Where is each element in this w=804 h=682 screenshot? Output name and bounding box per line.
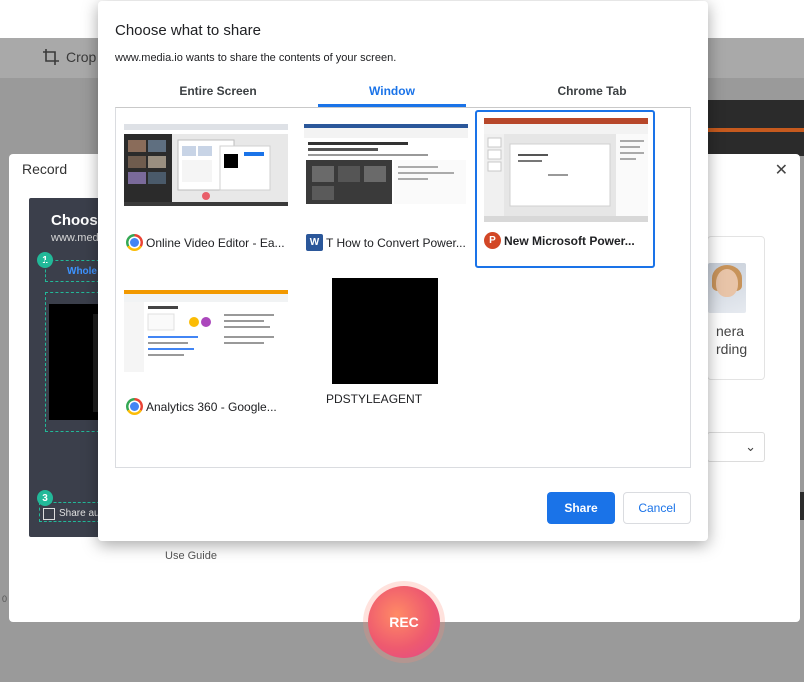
window-item-title: PDSTYLEAGENT [326, 392, 423, 406]
tab-entire-screen[interactable]: Entire Screen [122, 77, 314, 107]
tab-whole-screen[interactable]: Whole [67, 266, 97, 277]
crop-icon [43, 49, 59, 65]
window-list: Online Video Editor - Ea... W T How to C… [115, 107, 691, 468]
window-item-pdstyleagent[interactable]: PDSTYLEAGENT [298, 274, 478, 432]
crop-tool-button[interactable]: Crop [42, 48, 96, 66]
window-item-title: Online Video Editor - Ea... [146, 235, 285, 250]
close-icon[interactable]: ✕ [775, 160, 788, 180]
window-item-title: Analytics 360 - Google... [146, 399, 277, 414]
window-item-analytics-360[interactable]: Analytics 360 - Google... [118, 274, 298, 432]
window-item-label-row: PDSTYLEAGENT [326, 392, 494, 406]
share-source-tabs: Entire Screen Window Chrome Tab [115, 77, 691, 107]
share-button[interactable]: Share [547, 492, 615, 524]
crop-label: Crop [66, 49, 97, 65]
thumbnail-graphic [304, 124, 468, 204]
window-item-title: New Microsoft Power... [504, 233, 635, 248]
window-item-online-video-editor[interactable]: Online Video Editor - Ea... [118, 114, 298, 272]
camera-avatar-image [708, 263, 746, 313]
cancel-button[interactable]: Cancel [623, 492, 691, 524]
preview-progress-bar [706, 128, 804, 132]
powerpoint-icon: P [484, 232, 501, 249]
window-thumbnail [304, 124, 468, 206]
tab-chrome-tab[interactable]: Chrome Tab [496, 77, 688, 107]
word-icon: W [306, 234, 323, 251]
window-thumbnail [124, 290, 288, 372]
window-item-how-to-convert[interactable]: W T How to Convert Power... [298, 114, 478, 272]
thumbnail-graphic [124, 290, 288, 372]
record-panel-title: Record [22, 161, 68, 177]
dialog-subtitle: www.media.io wants to share the contents… [115, 52, 397, 64]
window-item-new-microsoft-powerpoint[interactable]: P New Microsoft Power... [475, 110, 655, 268]
share-audio-label: Share au [59, 508, 100, 519]
dialog-title: Choose what to share [115, 22, 261, 39]
avatar-face [716, 269, 738, 297]
window-thumbnail [124, 124, 288, 206]
window-item-title: T How to Convert Power... [326, 235, 466, 250]
window-item-label-row: Analytics 360 - Google... [126, 398, 294, 415]
camera-label-line2: rding [716, 341, 748, 357]
window-item-label-row: Online Video Editor - Ea... [126, 234, 294, 251]
preview-url: www.med [51, 232, 99, 244]
device-select[interactable]: ⌄ [707, 432, 765, 462]
thumbnail-graphic [124, 124, 288, 206]
window-thumbnail [332, 278, 438, 384]
window-item-label-row: P New Microsoft Power... [484, 232, 652, 249]
thumbnail-graphic [484, 118, 648, 222]
camera-label-line1: nera [716, 323, 745, 339]
use-guide-link[interactable]: Use Guide [165, 550, 217, 562]
rec-button[interactable]: REC [368, 586, 440, 658]
window-thumbnail [484, 118, 648, 222]
share-picker-dialog: Choose what to share www.media.io wants … [98, 1, 708, 541]
chrome-icon [126, 234, 143, 251]
camera-recording-option[interactable]: nera rding [707, 236, 765, 380]
share-audio-checkbox[interactable] [43, 508, 55, 520]
window-item-label-row: W T How to Convert Power... [306, 234, 474, 251]
chevron-down-icon: ⌄ [745, 439, 756, 454]
left-edge-text: 0 [2, 594, 8, 604]
chrome-icon [126, 398, 143, 415]
background-video-preview [706, 100, 804, 156]
tab-window[interactable]: Window [296, 77, 488, 107]
